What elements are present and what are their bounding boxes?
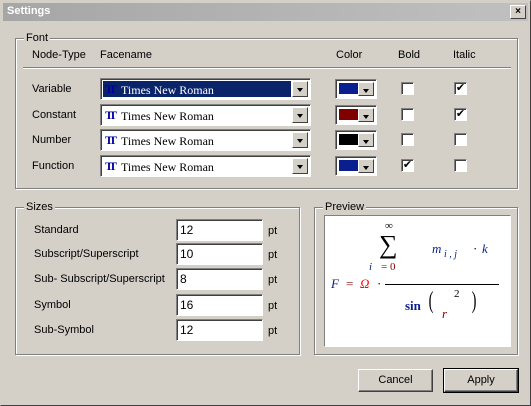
facename-combo[interactable]: TT Times New Roman	[100, 104, 311, 126]
facename-value: TT Times New Roman	[103, 158, 291, 174]
size-unit: pt	[268, 300, 278, 312]
color-combo[interactable]	[335, 156, 377, 176]
formula-lhs: F	[331, 276, 339, 291]
formula-dot-2: ·	[473, 241, 478, 256]
window-title: Settings	[7, 5, 51, 17]
header-color: Color	[336, 49, 363, 61]
chevron-down-icon[interactable]	[292, 81, 308, 97]
size-input[interactable]: 10	[176, 243, 263, 265]
size-unit: pt	[268, 325, 278, 337]
formula-index-var: i	[369, 261, 373, 273]
bold-checkbox[interactable]: ✔	[401, 159, 414, 172]
formula-r: r	[442, 306, 448, 321]
sizes-group-label: Sizes	[24, 201, 55, 213]
formula-dot-1: ·	[377, 276, 382, 291]
size-label: Sub- Subscript/Superscript	[34, 273, 165, 285]
close-button[interactable]: ×	[510, 5, 526, 19]
formula-exp: 2	[454, 288, 460, 300]
size-input[interactable]: 8	[176, 268, 263, 290]
chevron-down-icon[interactable]	[358, 108, 374, 122]
color-swatch	[339, 134, 359, 145]
header-italic: Italic	[453, 49, 476, 61]
formula-rparen: )	[471, 288, 477, 314]
italic-checkbox[interactable]	[454, 133, 467, 146]
italic-checkbox[interactable]: ✔	[454, 82, 467, 95]
size-unit: pt	[268, 249, 278, 261]
apply-button[interactable]: Apply	[443, 368, 519, 393]
facename-text: Times New Roman	[121, 134, 214, 148]
formula-equals: =	[346, 276, 354, 291]
italic-checkbox[interactable]: ✔	[454, 108, 467, 121]
chevron-down-icon[interactable]	[358, 133, 374, 147]
size-label: Symbol	[34, 299, 71, 311]
size-unit: pt	[268, 274, 278, 286]
truetype-icon: TT	[105, 82, 117, 96]
bold-checkbox[interactable]	[401, 133, 414, 146]
font-header-divider	[23, 67, 511, 69]
formula-sin: sin	[405, 298, 421, 313]
formula-index-eq: = 0	[381, 261, 396, 273]
facename-text: Times New Roman	[121, 160, 214, 174]
chevron-down-icon[interactable]	[358, 82, 374, 96]
color-swatch	[339, 160, 359, 171]
chevron-down-icon[interactable]	[292, 158, 308, 174]
truetype-icon: TT	[105, 159, 117, 173]
color-swatch	[339, 83, 359, 94]
node-type-label: Function	[32, 160, 75, 172]
formula-k: k	[482, 241, 488, 256]
size-label: Sub-Symbol	[34, 324, 94, 336]
size-label: Standard	[34, 224, 79, 236]
preview-canvas: F = Ω · ∞ ∑ i = 0 m i , j · k sin ( 2 r …	[324, 215, 511, 347]
size-input[interactable]: 12	[176, 319, 263, 341]
size-input[interactable]: 16	[176, 294, 263, 316]
italic-checkbox[interactable]	[454, 159, 467, 172]
node-type-label: Number	[32, 134, 72, 146]
node-type-label: Constant	[32, 109, 77, 121]
title-bar: Settings ×	[3, 3, 528, 21]
facename-text: Times New Roman	[121, 109, 214, 123]
truetype-icon: TT	[105, 108, 117, 122]
facename-text: Times New Roman	[121, 83, 214, 97]
facename-value: TT Times New Roman	[103, 132, 291, 148]
node-type-label: Variable	[32, 83, 72, 95]
cancel-button[interactable]: Cancel	[358, 369, 433, 392]
chevron-down-icon[interactable]	[292, 132, 308, 148]
font-group-label: Font	[24, 32, 51, 44]
facename-combo[interactable]: TT Times New Roman	[100, 155, 311, 177]
size-unit: pt	[268, 225, 278, 237]
header-facename: Facename	[100, 49, 152, 61]
formula-omega: Ω	[360, 276, 370, 291]
bold-checkbox[interactable]	[401, 82, 414, 95]
settings-window: Settings × Font Node-Type Facename Color…	[0, 0, 531, 406]
formula-lparen: (	[428, 288, 434, 314]
color-swatch	[339, 109, 359, 120]
chevron-down-icon[interactable]	[292, 107, 308, 123]
size-input[interactable]: 12	[176, 219, 263, 241]
facename-combo[interactable]: TT Times New Roman	[100, 78, 311, 100]
color-combo[interactable]	[335, 130, 377, 150]
size-label: Subscript/Superscript	[34, 248, 139, 260]
bold-checkbox[interactable]	[401, 108, 414, 121]
formula-fraction-bar	[385, 284, 499, 285]
formula-m-sub: i , j	[444, 249, 458, 260]
facename-value: TT Times New Roman	[103, 81, 291, 97]
color-combo[interactable]	[335, 79, 377, 99]
chevron-down-icon[interactable]	[358, 159, 374, 173]
facename-value: TT Times New Roman	[103, 107, 291, 123]
header-bold: Bold	[398, 49, 421, 61]
preview-group-label: Preview	[323, 201, 367, 213]
truetype-icon: TT	[105, 133, 117, 147]
header-node-type: Node-Type	[32, 49, 86, 61]
color-combo[interactable]	[335, 105, 377, 125]
formula-m: m	[432, 241, 442, 256]
facename-combo[interactable]: TT Times New Roman	[100, 129, 311, 151]
formula-sigma: ∑	[379, 230, 398, 259]
